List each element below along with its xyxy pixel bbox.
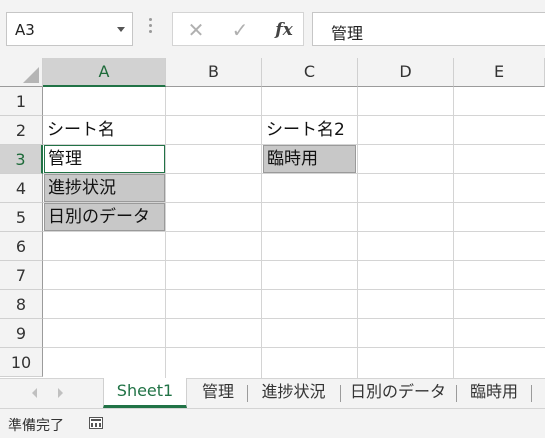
cell-a2[interactable]: シート名 (44, 116, 165, 145)
column-header-d[interactable]: D (358, 58, 454, 87)
tab-separator (340, 385, 341, 402)
formula-bar-grip-icon[interactable] (149, 18, 153, 38)
gridline (43, 318, 545, 319)
column-header-b[interactable]: B (166, 58, 262, 87)
gridline (357, 87, 358, 378)
row-header-10[interactable]: 10 (0, 348, 43, 377)
macro-recording-icon[interactable] (89, 417, 103, 429)
row-header-5[interactable]: 5 (0, 203, 43, 232)
select-all-button[interactable] (0, 58, 43, 87)
cell-a5[interactable]: 日別のデータ (44, 203, 165, 231)
cancel-icon[interactable]: ✕ (181, 17, 211, 43)
row-header-1[interactable]: 1 (0, 87, 43, 116)
name-box-value: A3 (15, 21, 35, 39)
formula-bar: A3 ✕ ✓ fx 管理 (0, 0, 545, 58)
row-header-4[interactable]: 4 (0, 174, 43, 203)
tab-separator (247, 385, 248, 402)
gridline (43, 289, 545, 290)
gridline (453, 87, 454, 378)
enter-icon[interactable]: ✓ (225, 17, 255, 43)
cell-a3[interactable]: 管理 (44, 145, 165, 173)
row-header-9[interactable]: 9 (0, 319, 43, 348)
tab-separator (456, 385, 457, 402)
column-header-c[interactable]: C (262, 58, 358, 87)
tab-scroll-left-icon[interactable] (32, 388, 37, 398)
column-header-a[interactable]: A (43, 58, 166, 87)
tab-scroll-right-icon[interactable] (58, 388, 63, 398)
column-header-e[interactable]: E (454, 58, 545, 87)
worksheet-grid[interactable]: A B C D E 1 2 3 4 5 6 7 8 9 10 シート名 管理 進… (0, 58, 545, 378)
tab-rinjiyou[interactable]: 臨時用 (460, 379, 528, 407)
gridline (261, 87, 262, 378)
gridline (43, 260, 545, 261)
select-all-icon (23, 67, 39, 83)
tab-kanri[interactable]: 管理 (192, 379, 244, 407)
cell-a4[interactable]: 進捗状況 (44, 174, 165, 202)
tab-hibetsu-data[interactable]: 日別のデータ (344, 379, 452, 407)
gridline (43, 347, 545, 348)
cell-c3[interactable]: 臨時用 (263, 145, 356, 173)
insert-function-icon[interactable]: fx (269, 17, 299, 43)
cell-c2[interactable]: シート名2 (263, 116, 357, 145)
gridline (165, 87, 166, 378)
tab-shinchoku-joukyou[interactable]: 進捗状況 (251, 379, 336, 407)
formula-content: 管理 (331, 24, 364, 43)
row-header-7[interactable]: 7 (0, 261, 43, 290)
tab-sheet1[interactable]: Sheet1 (103, 378, 187, 408)
status-ready-text: 準備完了 (8, 418, 64, 434)
sheet-tab-bar: Sheet1 管理 進捗状況 日別のデータ 臨時用 (0, 378, 545, 408)
name-box-dropdown-icon[interactable] (117, 27, 125, 32)
name-box[interactable]: A3 (6, 12, 133, 46)
row-header-6[interactable]: 6 (0, 232, 43, 261)
row-header-3[interactable]: 3 (0, 145, 43, 174)
row-header-8[interactable]: 8 (0, 290, 43, 319)
row-header-2[interactable]: 2 (0, 116, 43, 145)
formula-bar-buttons: ✕ ✓ fx (172, 12, 304, 46)
tab-separator (531, 385, 532, 402)
formula-input[interactable]: 管理 (312, 12, 545, 46)
status-bar: 準備完了 (0, 408, 545, 438)
gridline (43, 231, 545, 232)
